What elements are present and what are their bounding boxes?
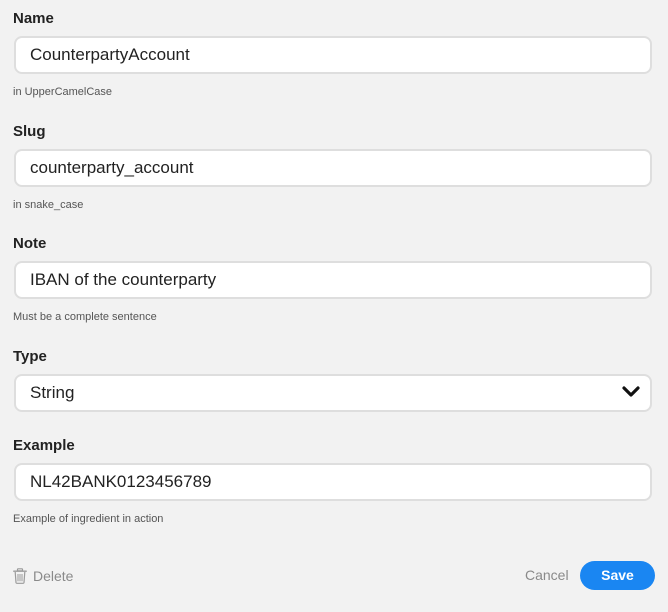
- delete-button[interactable]: Delete: [13, 567, 73, 585]
- example-label: Example: [13, 437, 75, 454]
- name-label: Name: [13, 10, 54, 27]
- example-hint: Example of ingredient in action: [13, 513, 164, 525]
- slug-hint: in snake_case: [13, 199, 84, 211]
- note-hint: Must be a complete sentence: [13, 311, 157, 323]
- delete-label: Delete: [33, 568, 74, 584]
- name-input[interactable]: [14, 36, 652, 74]
- name-hint: in UpperCamelCase: [13, 86, 113, 98]
- type-select-value: String: [30, 383, 75, 402]
- note-input[interactable]: [14, 261, 652, 299]
- note-label: Note: [13, 235, 47, 252]
- save-button[interactable]: Save: [580, 561, 655, 590]
- chevron-down-icon: [622, 386, 640, 397]
- slug-input[interactable]: [14, 149, 652, 187]
- trash-icon: [13, 568, 27, 584]
- example-input[interactable]: [14, 463, 652, 501]
- slug-label: Slug: [13, 123, 46, 140]
- type-label: Type: [13, 348, 47, 365]
- form-footer: Delete Cancel Save: [13, 561, 655, 591]
- type-select[interactable]: String: [14, 374, 652, 412]
- cancel-button[interactable]: Cancel: [525, 567, 569, 583]
